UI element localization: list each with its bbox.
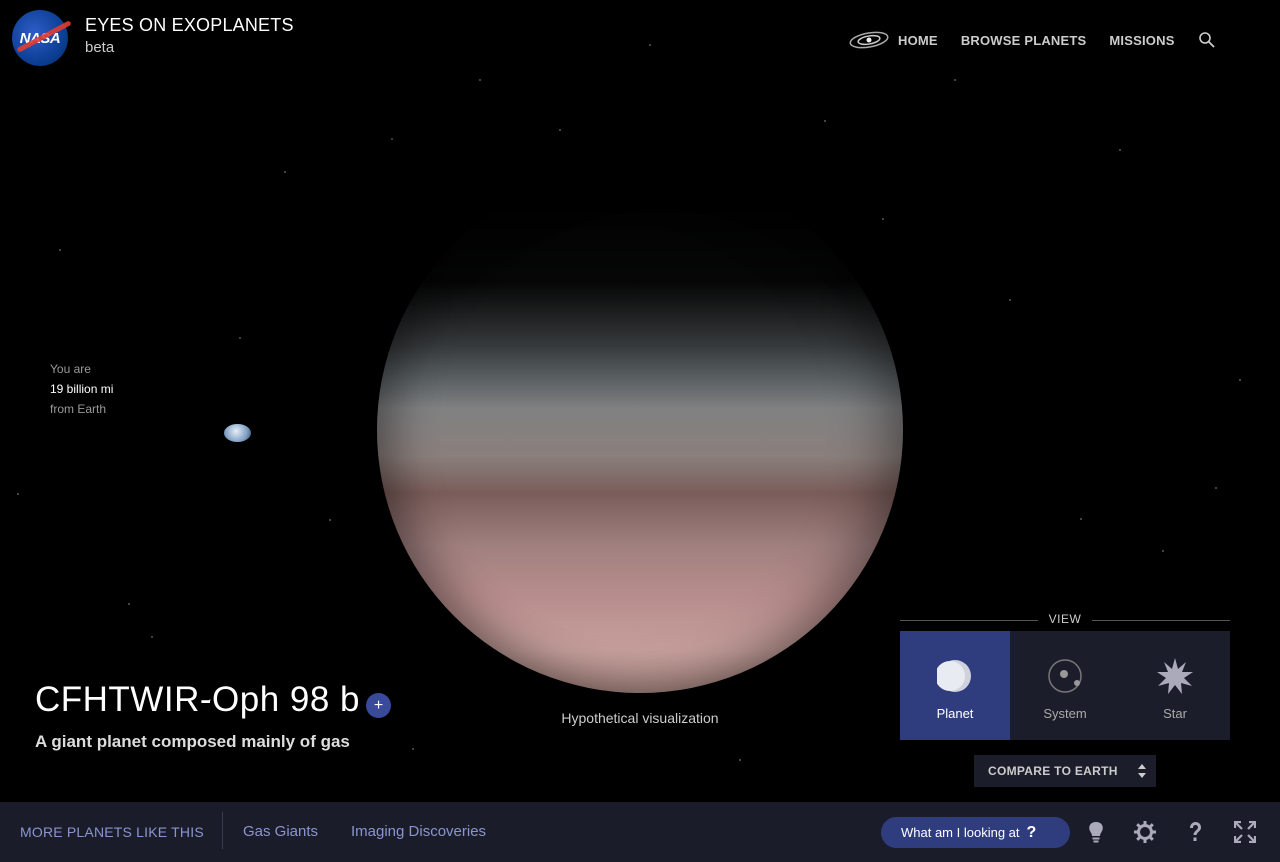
earth-marker[interactable] [224, 424, 251, 442]
lightbulb-icon[interactable] [1085, 821, 1107, 843]
what-label: What am I looking at [901, 825, 1020, 840]
search-icon[interactable] [1198, 31, 1216, 49]
nav-browse-planets-link[interactable]: BROWSE PLANETS [961, 33, 1087, 48]
view-switcher: Planet System Star [900, 631, 1230, 740]
imaging-discoveries-link[interactable]: Imaging Discoveries [351, 823, 486, 840]
planet-info-button[interactable]: + [366, 693, 391, 718]
view-planet-label: Planet [936, 706, 974, 721]
help-icon[interactable] [1184, 821, 1206, 843]
view-planet-button[interactable]: Planet [900, 631, 1010, 740]
view-label: VIEW [1048, 612, 1082, 626]
visualization-caption: Hypothetical visualization [561, 710, 719, 726]
view-star-button[interactable]: Star [1120, 631, 1230, 740]
sort-arrows-icon [1138, 764, 1146, 778]
planet-description: A giant planet composed mainly of gas [35, 732, 350, 751]
star-icon [1157, 658, 1193, 694]
gas-giants-link[interactable]: Gas Giants [243, 823, 318, 840]
distance-prefix: You are [50, 362, 91, 376]
app-title[interactable]: EYES ON EXOPLANETS [85, 15, 294, 36]
compare-label: COMPARE TO EARTH [988, 764, 1118, 778]
more-planets-label: MORE PLANETS LIKE THIS [20, 824, 204, 840]
view-system-button[interactable]: System [1010, 631, 1120, 740]
view-system-label: System [1043, 706, 1087, 721]
planet-visualization[interactable] [377, 167, 903, 693]
distance-value: 19 billion mi [50, 382, 114, 396]
app-subtitle: beta [85, 39, 115, 56]
view-section-label: VIEW [900, 612, 1230, 628]
compare-to-earth-dropdown[interactable]: COMPARE TO EARTH [974, 755, 1156, 787]
top-nav: HOME BROWSE PLANETS MISSIONS [848, 31, 1216, 49]
planet-name: CFHTWIR-Oph 98 b [35, 680, 360, 719]
bottom-bar: MORE PLANETS LIKE THIS Gas Giants Imagin… [0, 802, 1280, 862]
planet-icon [937, 658, 973, 694]
view-star-label: Star [1163, 706, 1187, 721]
nav-missions-link[interactable]: MISSIONS [1109, 33, 1174, 48]
distance-suffix: from Earth [50, 402, 107, 416]
distance-readout: You are 19 billion mi from Earth [50, 359, 113, 419]
system-icon [1047, 658, 1083, 694]
fullscreen-icon[interactable] [1234, 821, 1256, 843]
settings-icon[interactable] [1134, 821, 1156, 843]
question-mark-glyph: ? [1026, 823, 1037, 841]
bottom-divider [222, 812, 223, 849]
nav-home-link[interactable]: HOME [898, 33, 938, 48]
what-am-i-looking-at-button[interactable]: What am I looking at ? [881, 817, 1070, 848]
galaxy-icon [849, 31, 889, 49]
nasa-logo[interactable]: NASA [12, 10, 72, 66]
